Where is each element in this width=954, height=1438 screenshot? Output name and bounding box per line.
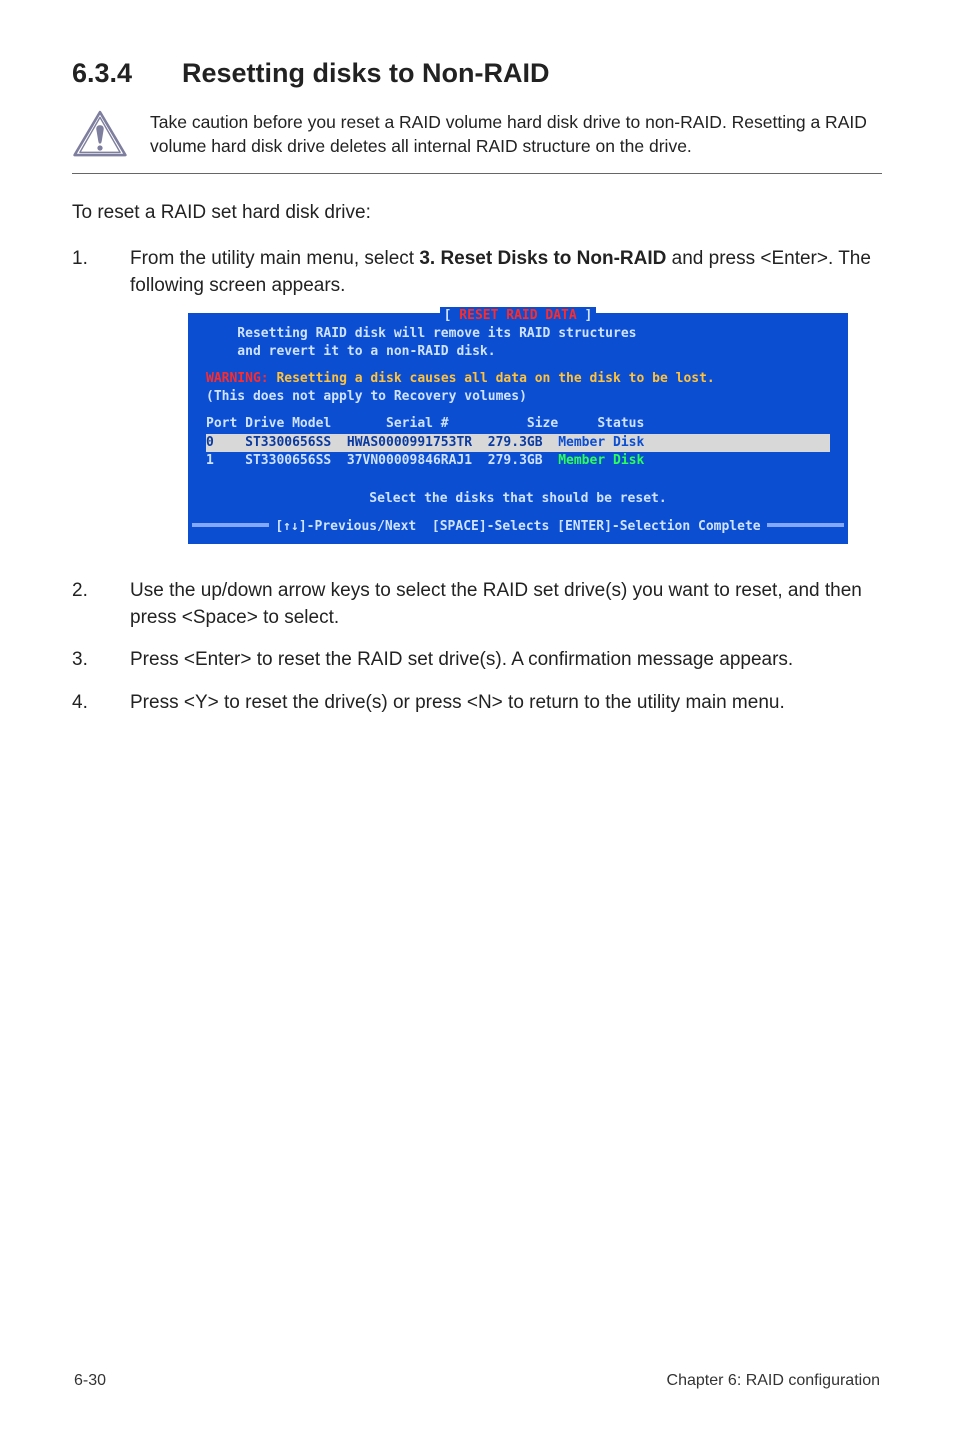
terminal-prompt: Select the disks that should be reset. [206, 490, 830, 508]
caution-block: Take caution before you reset a RAID vol… [72, 103, 882, 174]
terminal-table-row-selected: 0 ST3300656SS HWAS0000991753TR 279.3GB M… [206, 434, 830, 452]
terminal-warning: WARNING: Resetting a disk causes all dat… [206, 370, 830, 388]
terminal-table-header: Port Drive Model Serial # Size Status [206, 415, 830, 433]
page-footer: 6-30 Chapter 6: RAID configuration [74, 1372, 880, 1390]
section-number: 6.3.4 [72, 58, 182, 89]
step-body: Use the up/down arrow keys to select the… [130, 578, 882, 631]
step-text-bold: 3. Reset Disks to Non-RAID [419, 248, 666, 269]
step-number: 3. [72, 647, 96, 674]
step-body: Press <Y> to reset the drive(s) or press… [130, 690, 882, 717]
terminal-table-row: 1 ST3300656SS 37VN00009846RAJ1 279.3GB M… [206, 452, 830, 470]
step-item: 4. Press <Y> to reset the drive(s) or pr… [72, 690, 882, 717]
terminal-line: Resetting RAID disk will remove its RAID… [206, 325, 830, 343]
step-item: 2. Use the up/down arrow keys to select … [72, 578, 882, 631]
terminal-recovery-note: (This does not apply to Recovery volumes… [206, 388, 830, 406]
terminal-screenshot: [ RESET RAID DATA ] Resetting RAID disk … [188, 313, 882, 544]
step-number: 2. [72, 578, 96, 631]
chapter-label: Chapter 6: RAID configuration [667, 1372, 880, 1390]
step-body: From the utility main menu, select 3. Re… [130, 246, 882, 562]
step-number: 1. [72, 246, 96, 562]
terminal-footer: [↑↓]-Previous/Next [SPACE]-Selects [ENTE… [269, 518, 766, 536]
caution-icon [72, 109, 128, 159]
section-title-text: Resetting disks to Non-RAID [182, 58, 550, 88]
step-item: 3. Press <Enter> to reset the RAID set d… [72, 647, 882, 674]
page-number: 6-30 [74, 1372, 106, 1390]
step-item: 1. From the utility main menu, select 3.… [72, 246, 882, 562]
terminal-line: and revert it to a non-RAID disk. [206, 343, 830, 361]
step-number: 4. [72, 690, 96, 717]
caution-text: Take caution before you reset a RAID vol… [150, 109, 882, 158]
step-text-pre: From the utility main menu, select [130, 248, 419, 269]
terminal-title: [ RESET RAID DATA ] [444, 308, 593, 323]
step-body: Press <Enter> to reset the RAID set driv… [130, 647, 882, 674]
section-heading: 6.3.4Resetting disks to Non-RAID [72, 58, 882, 89]
lead-paragraph: To reset a RAID set hard disk drive: [72, 202, 882, 224]
